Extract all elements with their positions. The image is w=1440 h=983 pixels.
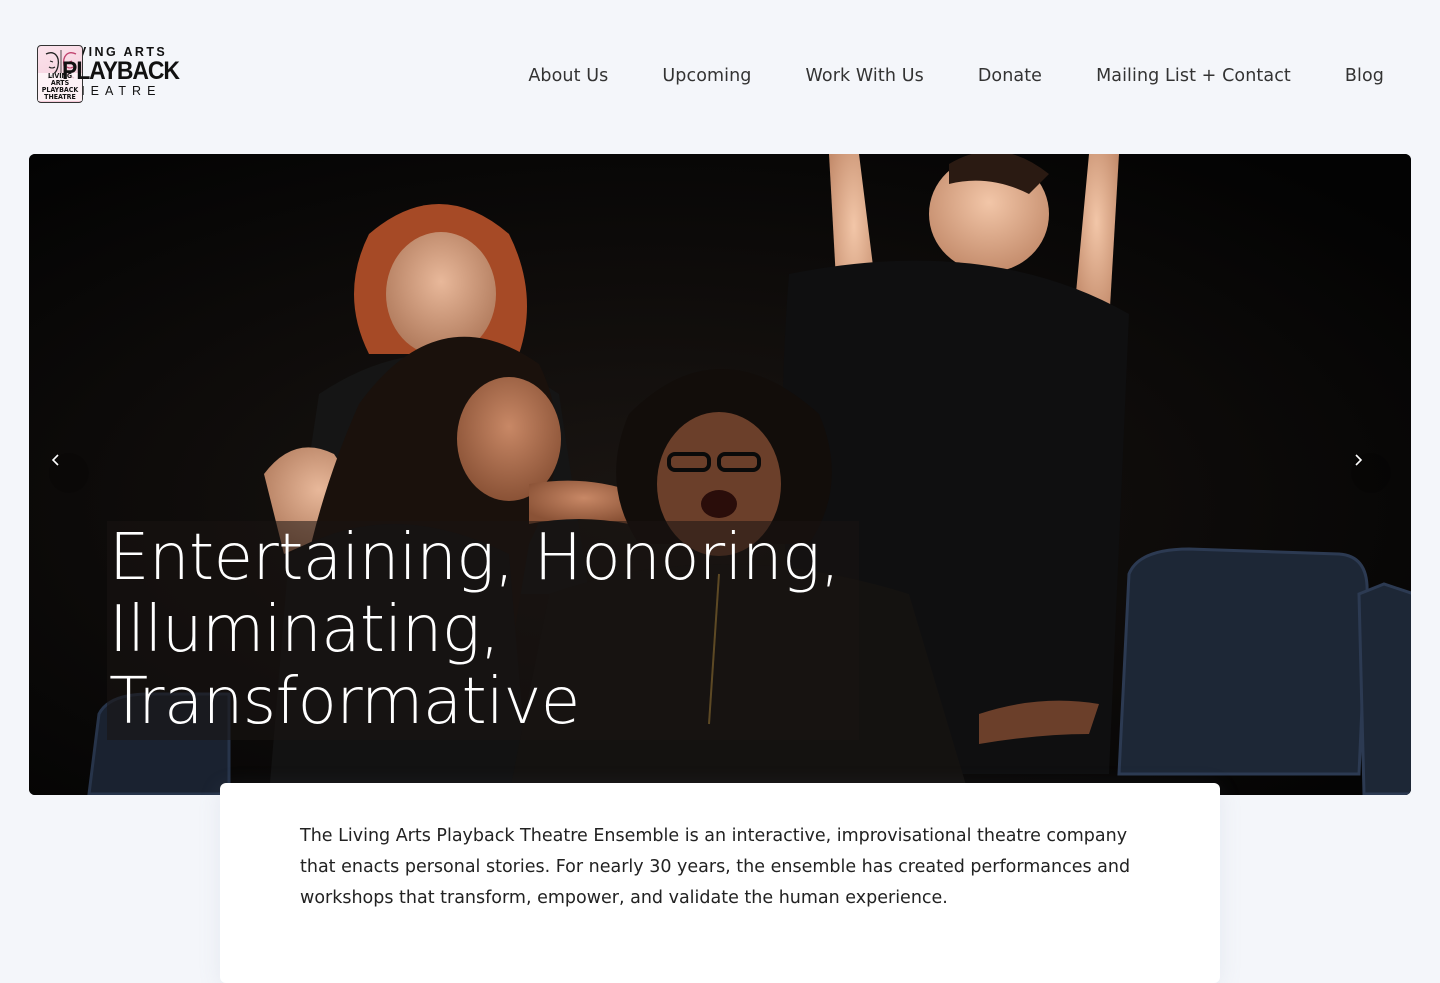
slider-next-button[interactable]: [1351, 453, 1391, 493]
nav-item-work-with-us[interactable]: Work With Us: [806, 66, 924, 86]
chevron-left-icon: [51, 454, 59, 466]
main-nav: About Us Upcoming Work With Us Donate Ma…: [528, 62, 1384, 90]
logo-line-2: PLAYBACK: [62, 57, 180, 85]
nav-item-mailing-list-contact[interactable]: Mailing List + Contact: [1096, 66, 1291, 86]
nav-item-blog[interactable]: Blog: [1345, 66, 1384, 86]
hero-title-line-1: Entertaining, Honoring,: [109, 521, 840, 595]
intro-card: The Living Arts Playback Theatre Ensembl…: [220, 783, 1220, 983]
nav-item-upcoming[interactable]: Upcoming: [662, 66, 751, 86]
site-logo[interactable]: LIVING ARTS PLAYBACK THEATRE LIVING ARTS…: [37, 45, 189, 105]
chevron-right-icon: [1355, 454, 1363, 466]
hero-slider: Entertaining, Honoring, Illuminating, Tr…: [29, 154, 1411, 795]
site-header: LIVING ARTS PLAYBACK THEATRE LIVING ARTS…: [0, 0, 1440, 150]
hero-title-line-2: Illuminating,: [109, 593, 500, 667]
nav-item-about-us[interactable]: About Us: [528, 66, 608, 86]
slider-prev-button[interactable]: [49, 453, 89, 493]
hero-title-line-3: Transformative: [109, 665, 580, 739]
theatre-masks-icon: LIVING ARTS PLAYBACK THEATRE: [37, 45, 83, 103]
nav-item-donate[interactable]: Donate: [978, 66, 1042, 86]
hero-title: Entertaining, Honoring, Illuminating, Tr…: [109, 522, 889, 738]
intro-paragraph: The Living Arts Playback Theatre Ensembl…: [300, 826, 1131, 908]
